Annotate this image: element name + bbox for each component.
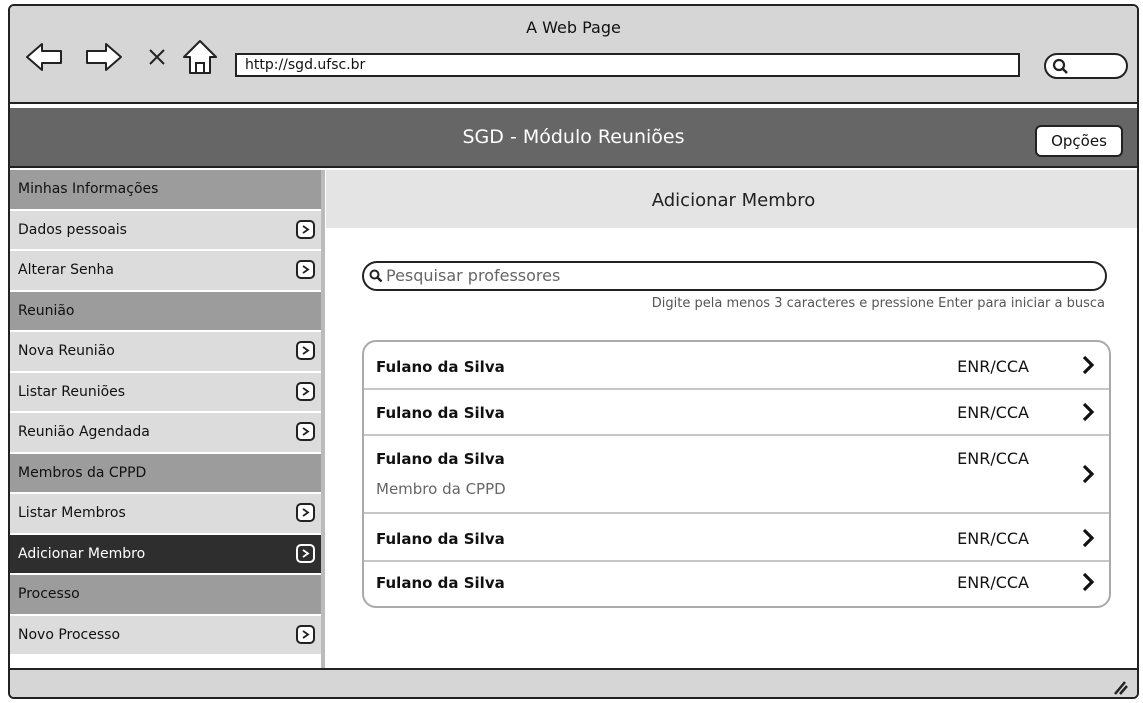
chevron-right-icon: [1081, 402, 1095, 426]
chevron-right-icon: [1081, 528, 1095, 552]
sidebar-section-reuniao: Reunião: [10, 291, 321, 332]
sidebar-item-label: Dados pessoais: [18, 221, 127, 238]
chevron-right-icon: [296, 341, 315, 360]
sidebar-section-label: Processo: [18, 586, 80, 602]
search-icon: [369, 269, 383, 283]
list-item[interactable]: Fulano da Silva ENR/CCA: [364, 390, 1109, 436]
sidebar-item-nova-reuniao[interactable]: Nova Reunião: [10, 332, 321, 373]
sidebar-section-label: Membros da CPPD: [18, 464, 147, 481]
chevron-right-icon: [296, 503, 315, 522]
sidebar: Minhas Informações Dados pessoais Altera…: [10, 170, 321, 656]
home-icon[interactable]: [181, 38, 219, 80]
chevron-right-icon: [1081, 464, 1095, 488]
member-subtitle: Membro da CPPD: [376, 480, 506, 498]
sidebar-section-label: Reunião: [18, 302, 75, 319]
chevron-right-icon: [296, 219, 315, 239]
member-name: Fulano da Silva: [376, 530, 505, 548]
member-dept: ENR/CCA: [957, 449, 1029, 468]
search-input[interactable]: Pesquisar professores: [362, 261, 1107, 291]
sidebar-item-label: Nova Reunião: [18, 343, 115, 359]
section-title: Adicionar Membro: [326, 170, 1137, 228]
chevron-right-icon: [296, 543, 315, 563]
chevron-right-icon: [1081, 355, 1095, 379]
sidebar-item-dados-pessoais[interactable]: Dados pessoais: [10, 210, 321, 251]
chevron-right-icon: [1081, 572, 1095, 596]
sidebar-section-membros-cppd: Membros da CPPD: [10, 453, 321, 494]
results-list: Fulano da Silva ENR/CCA Fulano da Silva …: [362, 340, 1111, 608]
member-dept: ENR/CCA: [957, 403, 1029, 422]
close-icon[interactable]: [146, 46, 168, 72]
sidebar-item-label: Listar Reuniões: [18, 383, 126, 400]
sidebar-section-processo: Processo: [10, 575, 321, 616]
resize-grip-icon[interactable]: [1111, 678, 1129, 697]
address-bar[interactable]: http://sgd.ufsc.br: [235, 53, 1020, 77]
member-dept: ENR/CCA: [957, 529, 1029, 548]
sidebar-item-listar-membros[interactable]: Listar Membros: [10, 494, 321, 535]
sidebar-divider: [321, 170, 325, 668]
list-item[interactable]: Fulano da Silva ENR/CCA: [364, 562, 1109, 606]
main-content: Adicionar Membro Pesquisar professores D…: [326, 170, 1137, 668]
list-item[interactable]: Fulano da Silva ENR/CCA: [364, 514, 1109, 562]
sidebar-item-label: Adicionar Membro: [18, 545, 146, 562]
sidebar-item-alterar-senha[interactable]: Alterar Senha: [10, 251, 321, 292]
chevron-right-icon: [296, 624, 315, 644]
chevron-right-icon: [296, 260, 315, 279]
chevron-right-icon: [296, 422, 315, 441]
sidebar-item-label: Listar Membros: [18, 505, 126, 521]
sidebar-item-label: Alterar Senha: [18, 262, 114, 278]
search-hint: Digite pela menos 3 caracteres e pressio…: [651, 296, 1105, 311]
window-title: A Web Page: [526, 18, 621, 37]
options-button[interactable]: Opções: [1035, 125, 1123, 157]
sidebar-item-adicionar-membro[interactable]: Adicionar Membro: [10, 534, 321, 575]
browser-search-button[interactable]: [1044, 53, 1128, 79]
member-name: Fulano da Silva: [376, 358, 505, 376]
browser-window: A Web Page http://sgd.ufsc.br SGD - Módu…: [8, 4, 1139, 699]
forward-icon[interactable]: [84, 40, 124, 78]
search-placeholder: Pesquisar professores: [386, 266, 561, 285]
member-name: Fulano da Silva: [376, 450, 505, 468]
sidebar-section-label: Minhas Informações: [18, 181, 159, 197]
chevron-right-icon: [296, 381, 315, 401]
sidebar-item-listar-reunioes[interactable]: Listar Reuniões: [10, 372, 321, 413]
search-icon: [1052, 58, 1068, 74]
page-title: SGD - Módulo Reuniões: [462, 126, 685, 148]
status-bar: [10, 668, 1137, 697]
browser-toolbar: A Web Page http://sgd.ufsc.br: [10, 6, 1137, 104]
back-icon[interactable]: [24, 40, 64, 78]
sidebar-section-minhas-informacoes: Minhas Informações: [10, 170, 321, 211]
member-name: Fulano da Silva: [376, 404, 505, 422]
sidebar-item-reuniao-agendada[interactable]: Reunião Agendada: [10, 413, 321, 454]
list-item[interactable]: Fulano da Silva ENR/CCA: [364, 342, 1109, 390]
sidebar-item-label: Reunião Agendada: [18, 424, 150, 440]
sidebar-item-label: Novo Processo: [18, 626, 121, 643]
sidebar-item-novo-processo[interactable]: Novo Processo: [10, 615, 321, 656]
member-dept: ENR/CCA: [957, 357, 1029, 376]
list-item[interactable]: Fulano da Silva Membro da CPPD ENR/CCA: [364, 436, 1109, 514]
member-name: Fulano da Silva: [376, 574, 505, 592]
app-header: SGD - Módulo Reuniões Opções: [10, 108, 1137, 168]
member-dept: ENR/CCA: [957, 573, 1029, 592]
